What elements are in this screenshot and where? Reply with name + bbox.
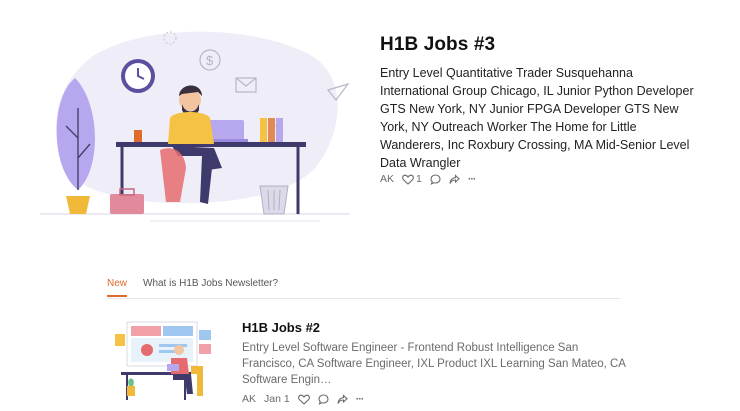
share-icon — [449, 173, 460, 184]
post-share-button[interactable] — [337, 393, 348, 405]
tab-new[interactable]: New — [107, 278, 128, 297]
post-author-name[interactable]: AK — [242, 393, 256, 405]
more-options-button[interactable]: ··· — [468, 173, 476, 185]
share-icon — [337, 393, 348, 404]
heart-icon — [297, 394, 310, 405]
svg-text:$: $ — [206, 53, 214, 68]
post-date: Jan 1 — [264, 393, 290, 405]
like-count: 1 — [416, 173, 422, 185]
active-tab-indicator — [107, 295, 128, 297]
heart-icon — [402, 174, 414, 185]
tab-what-is-newsletter[interactable]: What is H1B Jobs Newsletter? — [143, 278, 278, 289]
hero-post-meta: AK 1 ··· — [380, 173, 483, 185]
comment-button[interactable] — [430, 173, 441, 185]
hero-post-excerpt[interactable]: Entry Level Quantitative Trader Susqueha… — [380, 64, 700, 172]
author-name[interactable]: AK — [380, 173, 394, 185]
tab-what-label: What is H1B Jobs Newsletter? — [143, 278, 279, 289]
comment-icon — [430, 173, 441, 185]
post-more-options-button[interactable]: ··· — [356, 393, 364, 405]
tab-new-label: New — [107, 278, 128, 289]
hero-post-title[interactable]: H1B Jobs #3 — [380, 34, 495, 56]
post-title[interactable]: H1B Jobs #2 — [242, 320, 320, 335]
post-meta: AK Jan 1 ··· — [242, 393, 371, 405]
like-button[interactable]: 1 — [402, 173, 422, 185]
share-button[interactable] — [449, 173, 460, 185]
post-thumbnail[interactable] — [107, 316, 217, 402]
hero-illustration[interactable]: $ — [30, 18, 360, 223]
post-like-button[interactable] — [297, 394, 310, 405]
post-tabs: New What is H1B Jobs Newsletter? — [107, 276, 620, 299]
post-comment-button[interactable] — [318, 393, 329, 405]
comment-icon — [318, 393, 329, 405]
post-excerpt[interactable]: Entry Level Software Engineer - Frontend… — [242, 340, 632, 388]
